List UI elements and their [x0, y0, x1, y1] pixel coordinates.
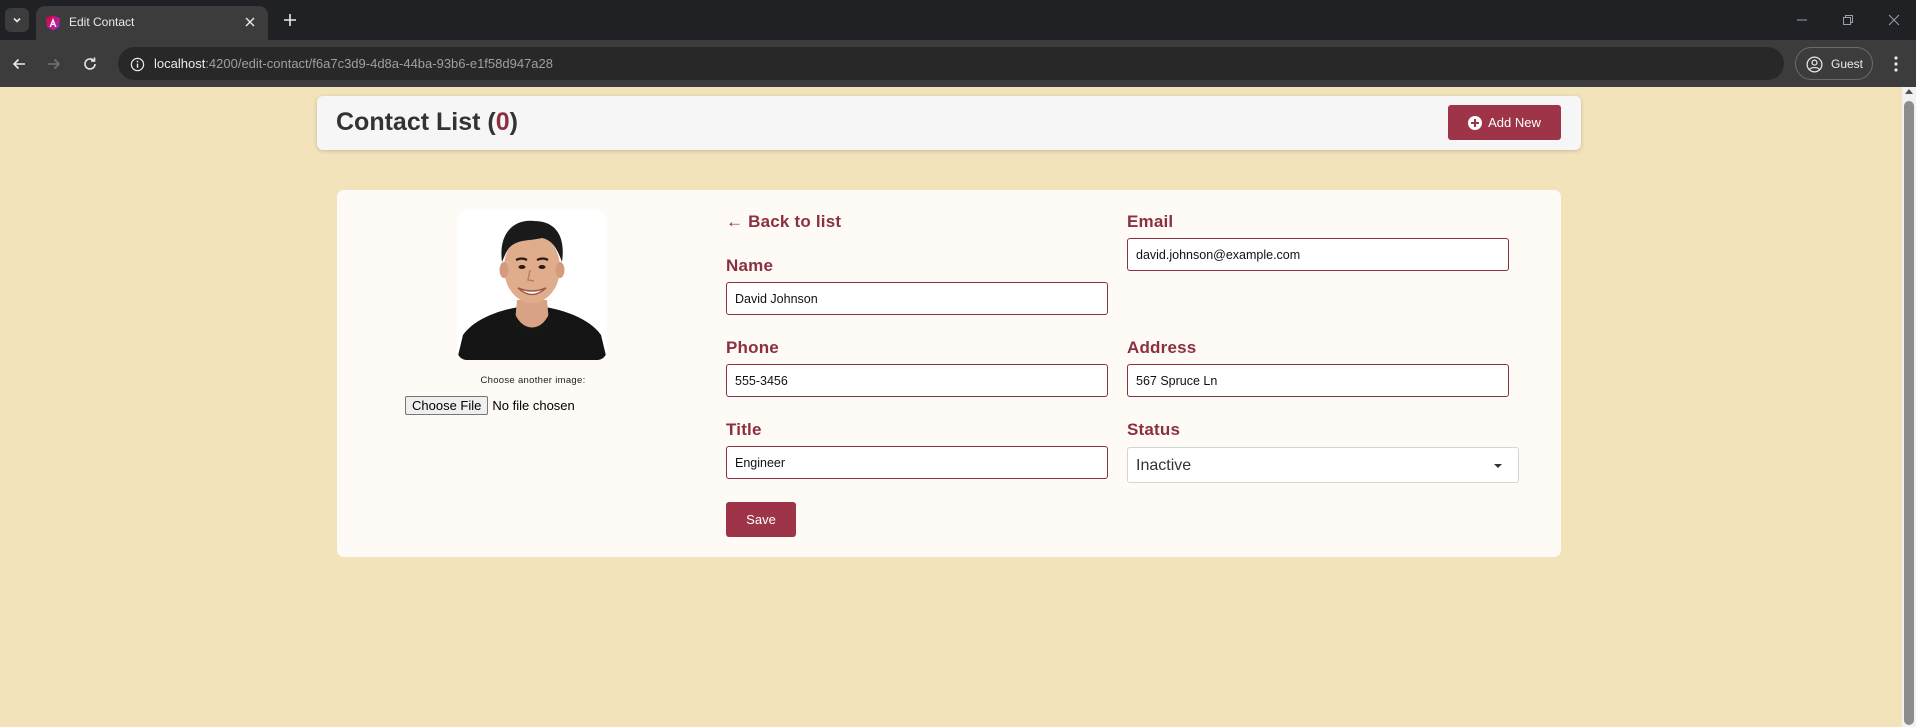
page-scrollbar[interactable]: [1902, 87, 1916, 727]
name-field[interactable]: [726, 282, 1108, 315]
name-label: Name: [726, 256, 774, 275]
close-icon: [1888, 14, 1900, 26]
minimize-button[interactable]: [1790, 8, 1814, 32]
profile-button[interactable]: Guest: [1795, 47, 1873, 80]
tab-title: Edit Contact: [69, 15, 135, 29]
caret-down-icon: [1494, 464, 1502, 468]
scroll-up-arrow-icon[interactable]: [1905, 89, 1913, 94]
status-label: Status: [1127, 420, 1181, 439]
page-title-close-paren: ): [509, 108, 518, 136]
scroll-thumb[interactable]: [1904, 101, 1914, 725]
contact-count: 0: [495, 108, 510, 136]
url-path: :4200/edit-contact/f6a7c3d9-4d8a-44ba-93…: [205, 56, 553, 71]
browser-menu-button[interactable]: [1884, 50, 1908, 78]
arrow-right-icon: [48, 58, 61, 70]
status-selected-value: Inactive: [1136, 457, 1192, 474]
minimize-icon: [1797, 19, 1807, 21]
restore-button[interactable]: [1836, 8, 1860, 32]
close-icon: [245, 17, 255, 27]
tab-search-button[interactable]: [5, 8, 29, 32]
address-field[interactable]: [1127, 364, 1509, 397]
address-bar[interactable]: localhost:4200/edit-contact/f6a7c3d9-4d8…: [118, 47, 1784, 80]
plus-circle-icon: [1468, 115, 1483, 130]
email-label: Email: [1127, 212, 1174, 231]
address-label: Address: [1127, 338, 1197, 357]
choose-file-button[interactable]: Choose File: [405, 395, 489, 415]
forward-button[interactable]: [40, 50, 68, 78]
browser-toolbar: localhost:4200/edit-contact/f6a7c3d9-4d8…: [0, 40, 1916, 87]
reload-icon: [84, 57, 96, 70]
arrow-left-icon: [12, 58, 25, 70]
plus-icon: [284, 14, 296, 26]
status-select[interactable]: Inactive: [1127, 447, 1519, 483]
email-field[interactable]: [1127, 238, 1509, 271]
tab-close-button[interactable]: [240, 12, 260, 32]
page-title: Contact List (0): [336, 108, 518, 137]
add-new-label: Add New: [1488, 115, 1541, 130]
info-icon: [130, 57, 144, 71]
title-label: Title: [726, 420, 762, 439]
profile-label: Guest: [1831, 57, 1864, 71]
person-portrait-image: [457, 210, 607, 360]
header-card: Contact List (0) Add New: [317, 96, 1581, 150]
back-to-list-link[interactable]: ← Back to list: [726, 212, 841, 232]
reload-button[interactable]: [76, 50, 104, 78]
new-tab-button[interactable]: [278, 8, 302, 32]
account-circle-icon: [1806, 56, 1823, 73]
save-button[interactable]: Save: [726, 502, 796, 537]
browser-tab[interactable]: Edit Contact: [36, 6, 268, 40]
angular-favicon-icon: [46, 15, 60, 31]
contact-photo: [457, 210, 607, 360]
phone-label: Phone: [726, 338, 779, 357]
chevron-down-icon: [13, 17, 21, 23]
url-host: localhost: [154, 56, 206, 71]
add-new-button[interactable]: Add New: [1448, 105, 1561, 140]
choose-image-label: Choose another image:: [480, 375, 586, 386]
image-file-input[interactable]: Choose File No file chosen: [405, 395, 575, 415]
url-text: localhost:4200/edit-contact/f6a7c3d9-4d8…: [154, 56, 553, 71]
more-vert-icon: [1894, 56, 1898, 72]
site-info-button[interactable]: [126, 53, 148, 75]
window-close-button[interactable]: [1882, 8, 1906, 32]
title-field[interactable]: [726, 446, 1108, 479]
restore-icon: [1843, 15, 1853, 25]
phone-field[interactable]: [726, 364, 1108, 397]
page-title-text: Contact List (: [336, 108, 496, 136]
browser-tab-bar: Edit Contact: [0, 0, 1916, 40]
edit-contact-card: Choose another image: Choose File No fil…: [337, 190, 1561, 557]
back-button[interactable]: [5, 50, 33, 78]
file-status-text: No file chosen: [492, 397, 575, 413]
